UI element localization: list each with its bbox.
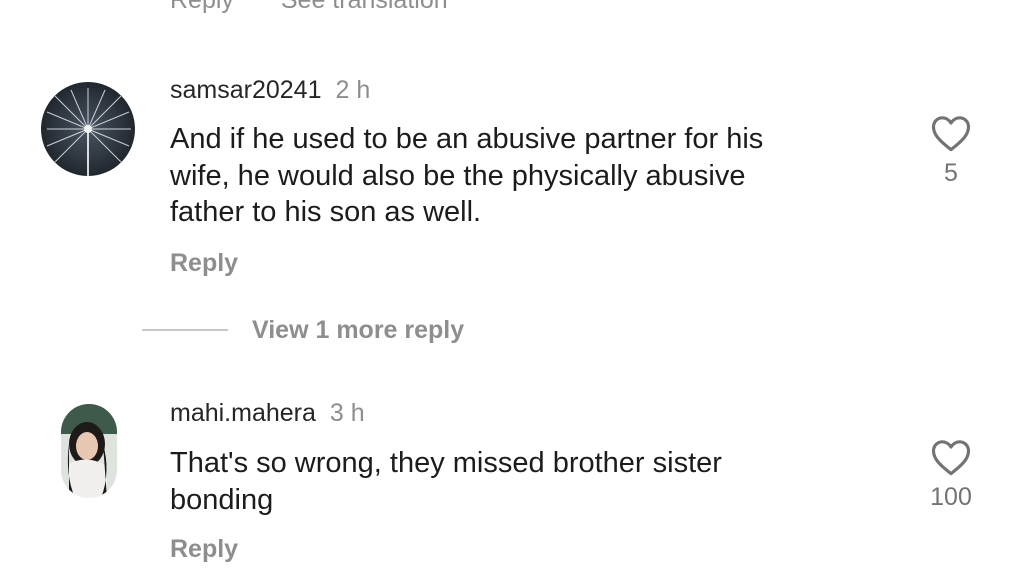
comment-text: And if he used to be an abusive partner … [170, 121, 870, 231]
reply-button[interactable]: Reply [170, 535, 238, 564]
previous-comment-actions: Reply See translation [170, 0, 488, 15]
comment-text-line: wife, he would also be the physically ab… [170, 159, 746, 192]
comment-text-line: bonding [170, 483, 274, 516]
heart-outline-icon[interactable] [930, 113, 972, 153]
comment-timestamp: 3 h [329, 399, 365, 427]
previous-see-translation-button[interactable]: See translation [281, 0, 448, 14]
like-button[interactable]: 100 [918, 437, 984, 512]
comment-username[interactable]: mahi.mahera 3 h [170, 399, 365, 428]
comment-username[interactable]: samsar20241 2 h [170, 76, 370, 105]
comment-text: That's so wrong, they missed brother sis… [170, 445, 870, 518]
comment-text-line: That's so wrong, they missed brother sis… [170, 447, 722, 479]
avatar[interactable] [41, 82, 135, 176]
username-text[interactable]: mahi.mahera [170, 399, 316, 427]
like-button[interactable]: 5 [918, 113, 984, 188]
comment-text-line: father to his son as well. [170, 196, 482, 228]
view-more-replies-button[interactable]: View 1 more reply [142, 312, 464, 348]
avatar[interactable] [61, 404, 117, 498]
view-more-replies-label[interactable]: View 1 more reply [252, 316, 464, 345]
like-count: 5 [944, 159, 958, 187]
comment-text-line: And if he used to be an abusive partner … [170, 123, 764, 155]
comment-timestamp: 2 h [335, 76, 371, 104]
like-count: 100 [930, 483, 972, 511]
divider-line [142, 329, 228, 331]
heart-outline-icon[interactable] [930, 437, 972, 477]
reply-button[interactable]: Reply [170, 249, 238, 278]
username-text[interactable]: samsar20241 [170, 76, 321, 104]
previous-reply-button[interactable]: Reply [170, 0, 234, 14]
